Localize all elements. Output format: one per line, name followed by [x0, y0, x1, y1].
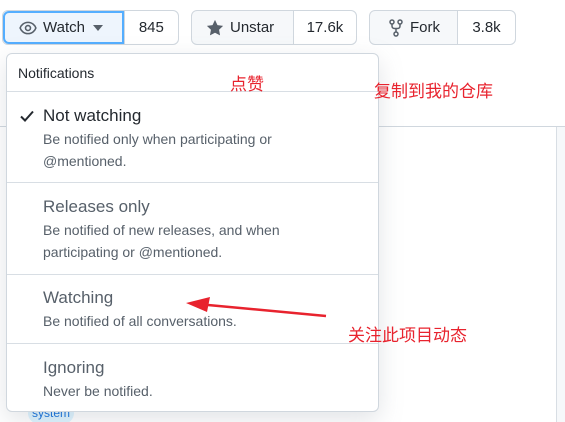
- unstar-label: Unstar: [230, 19, 275, 36]
- star-icon: [206, 19, 224, 37]
- dropdown-header: Notifications: [7, 54, 378, 92]
- fork-icon: [388, 18, 404, 37]
- option-ignoring[interactable]: Ignoring Never be notified.: [7, 344, 378, 411]
- option-title: Not watching: [43, 106, 142, 125]
- option-title: Ignoring: [43, 358, 105, 377]
- watch-label: Watch: [43, 19, 85, 36]
- watch-button[interactable]: Watch: [3, 11, 124, 44]
- annotation-watch-note: 关注此项目动态: [348, 326, 467, 346]
- annotation-star-note: 点赞: [230, 75, 264, 95]
- option-description: Never be notified.: [43, 383, 153, 399]
- star-button-group: Unstar 17.6k: [191, 10, 357, 45]
- option-description: Be notified only when participating or @…: [43, 131, 272, 169]
- watch-count[interactable]: 845: [123, 11, 178, 44]
- unstar-button[interactable]: Unstar: [192, 11, 293, 44]
- notifications-dropdown: Notifications Not watching Be notified o…: [6, 53, 379, 412]
- watch-button-group: Watch 845: [2, 10, 179, 45]
- annotation-fork-note: 复制到我的仓库: [374, 82, 493, 102]
- option-description: Be notified of new releases, and when pa…: [43, 222, 280, 260]
- option-not-watching[interactable]: Not watching Be notified only when parti…: [7, 92, 378, 183]
- fork-button[interactable]: Fork: [370, 11, 457, 44]
- option-title: Releases only: [43, 197, 150, 216]
- star-count[interactable]: 17.6k: [292, 11, 356, 44]
- fork-button-group: Fork 3.8k: [369, 10, 516, 45]
- option-releases-only[interactable]: Releases only Be notified of new release…: [7, 183, 378, 275]
- scrollbar-track[interactable]: [556, 127, 565, 422]
- annotation-arrow-icon: [186, 297, 327, 318]
- check-icon: [19, 108, 35, 129]
- fork-label: Fork: [410, 19, 440, 36]
- eye-icon: [19, 19, 37, 37]
- fork-count[interactable]: 3.8k: [457, 11, 515, 44]
- caret-down-icon: [92, 24, 103, 31]
